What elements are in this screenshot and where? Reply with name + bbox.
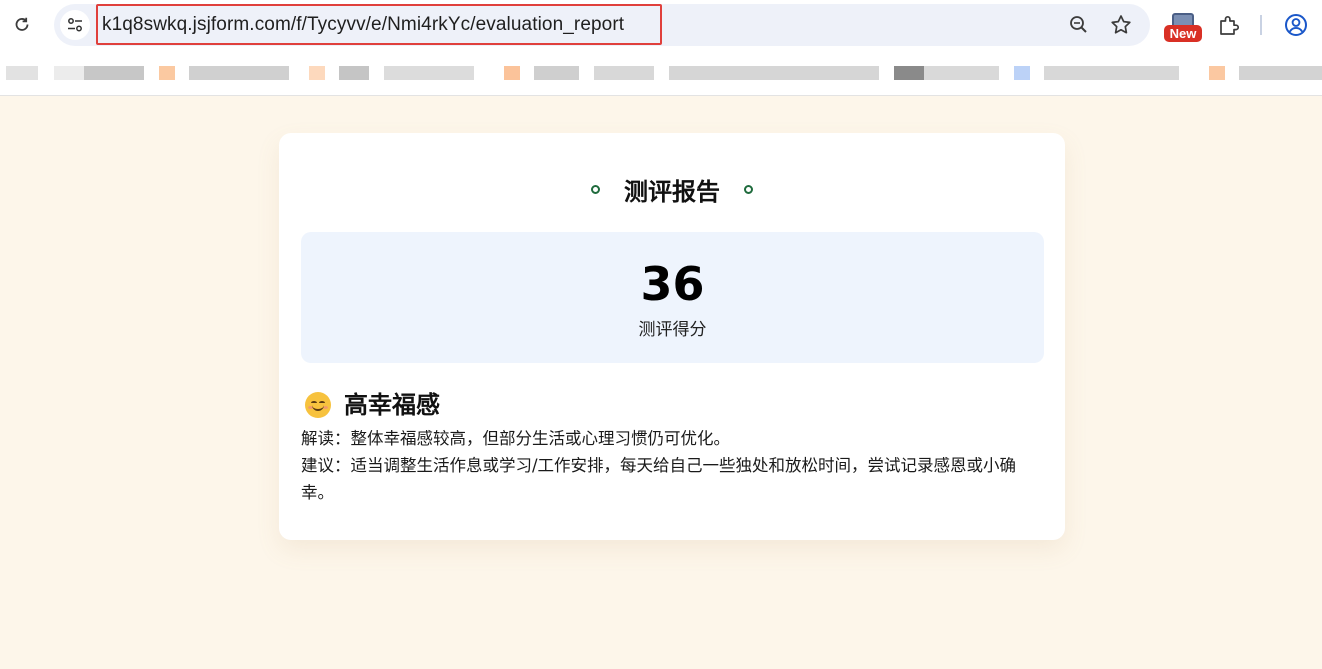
new-badge: New xyxy=(1164,25,1202,42)
reload-icon[interactable] xyxy=(8,11,36,39)
report-card: 测评报告 36 测评得分 高幸福感 解读：整体幸福感较高，但部分生活或心理习惯仍… xyxy=(279,133,1065,540)
smile-emoji-icon xyxy=(305,392,331,418)
bookmark-blur[interactable] xyxy=(1239,66,1322,80)
title-dot-icon xyxy=(744,185,753,194)
bookmark-blur[interactable] xyxy=(894,66,924,80)
bookmarks-bar xyxy=(0,50,1322,96)
bookmark-blur[interactable] xyxy=(84,66,144,80)
bookmark-blur[interactable] xyxy=(339,66,369,80)
suggestion-text: 建议：适当调整生活作息或学习/工作安排，每天给自己一些独处和放松时间，尝试记录感… xyxy=(301,456,1017,502)
bookmark-blur[interactable] xyxy=(54,66,84,80)
score-panel: 36 测评得分 xyxy=(301,232,1044,363)
address-bar[interactable]: k1q8swkq.jsjform.com/f/Tycyvv/e/Nmi4rkYc… xyxy=(54,4,1150,46)
bookmark-blur[interactable] xyxy=(1209,66,1225,80)
title-row: 测评报告 xyxy=(279,175,1065,209)
bookmark-blur[interactable] xyxy=(594,66,654,80)
bookmark-blur[interactable] xyxy=(384,66,474,80)
level-title: 高幸福感 xyxy=(344,391,440,419)
toolbar-divider xyxy=(1260,15,1262,35)
profile-icon[interactable] xyxy=(1283,12,1309,38)
puzzle-icon[interactable] xyxy=(1216,12,1242,38)
url-text[interactable]: k1q8swkq.jsjform.com/f/Tycyvv/e/Nmi4rkYc… xyxy=(102,14,624,36)
bookmark-blur[interactable] xyxy=(189,66,289,80)
zoom-icon[interactable] xyxy=(1066,12,1092,38)
bookmark-blur[interactable] xyxy=(309,66,325,80)
extension-new-icon[interactable]: New xyxy=(1164,13,1202,43)
interpretation-text: 解读：整体幸福感较高，但部分生活或心理习惯仍可优化。 xyxy=(301,429,730,448)
star-icon[interactable] xyxy=(1108,12,1134,38)
bookmark-blur[interactable] xyxy=(504,66,520,80)
url-highlight-box: k1q8swkq.jsjform.com/f/Tycyvv/e/Nmi4rkYc… xyxy=(96,4,662,45)
bookmark-blur[interactable] xyxy=(924,66,999,80)
bookmark-blur[interactable] xyxy=(6,66,38,80)
report-title: 测评报告 xyxy=(624,178,720,206)
bookmark-blur[interactable] xyxy=(1014,66,1030,80)
bookmark-blur[interactable] xyxy=(159,66,175,80)
score-value: 36 xyxy=(640,257,705,311)
site-info-icon[interactable] xyxy=(60,10,90,40)
bookmark-blur[interactable] xyxy=(669,66,879,80)
bookmark-blur[interactable] xyxy=(1044,66,1179,80)
browser-toolbar: k1q8swkq.jsjform.com/f/Tycyvv/e/Nmi4rkYc… xyxy=(0,0,1322,50)
score-label: 测评得分 xyxy=(638,320,707,340)
bookmark-blur[interactable] xyxy=(534,66,579,80)
